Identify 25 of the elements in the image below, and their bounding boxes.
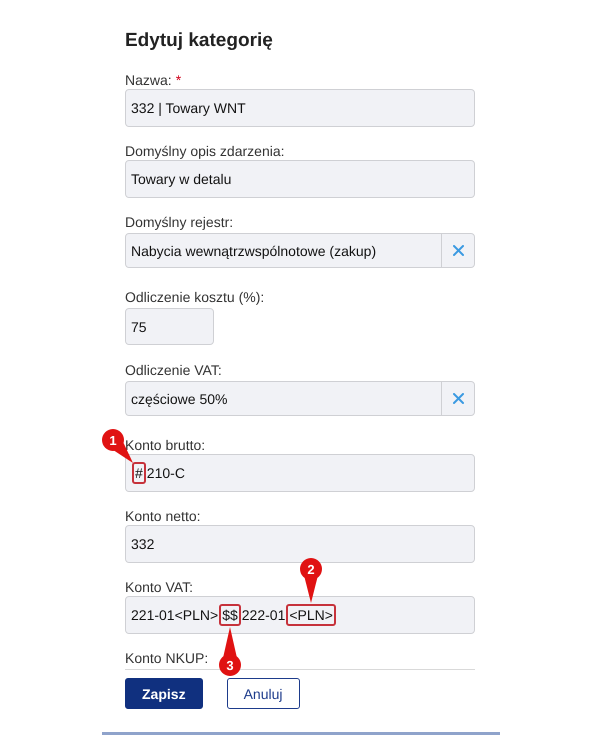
clear-icon (452, 393, 464, 404)
field-label: Konto NKUP: (125, 650, 208, 666)
field-label: Domyślny rejestr: (125, 214, 234, 230)
text-field[interactable]: # 210-C (125, 454, 475, 492)
dialog-title: Edytuj kategorię (125, 29, 274, 53)
text-highlight: # (132, 462, 146, 484)
field-label: Konto brutto: (125, 437, 206, 453)
cancel-button[interactable]: Anuluj (226, 678, 300, 709)
select-value: Nabycia wewnątrzwspólnotowe (zakup) (130, 242, 378, 261)
select-value: częściowe 50% (130, 390, 228, 409)
select-field[interactable]: częściowe 50% (125, 381, 475, 416)
field-label: Nazwa: (125, 72, 172, 88)
field-label: Konto netto: (125, 508, 201, 524)
number-field[interactable]: 75 (125, 308, 214, 345)
save-button[interactable]: Zapisz (125, 678, 203, 709)
select-field[interactable]: Nabycia wewnątrzwspólnotowe (zakup) (125, 233, 475, 268)
required-mark: * (176, 72, 182, 88)
field-label: Domyślny opis zdarzenia: (125, 143, 285, 159)
text-field[interactable]: Towary w detalu (125, 160, 475, 198)
field-label: Odliczenie VAT: (125, 362, 222, 378)
field-label: Odliczenie kosztu (%): (125, 289, 264, 305)
clear-icon (452, 245, 464, 256)
text-field[interactable]: 332 (125, 525, 475, 563)
text-field[interactable]: 332 | Towary WNT (125, 89, 475, 127)
field-label: Konto VAT: (125, 579, 193, 595)
